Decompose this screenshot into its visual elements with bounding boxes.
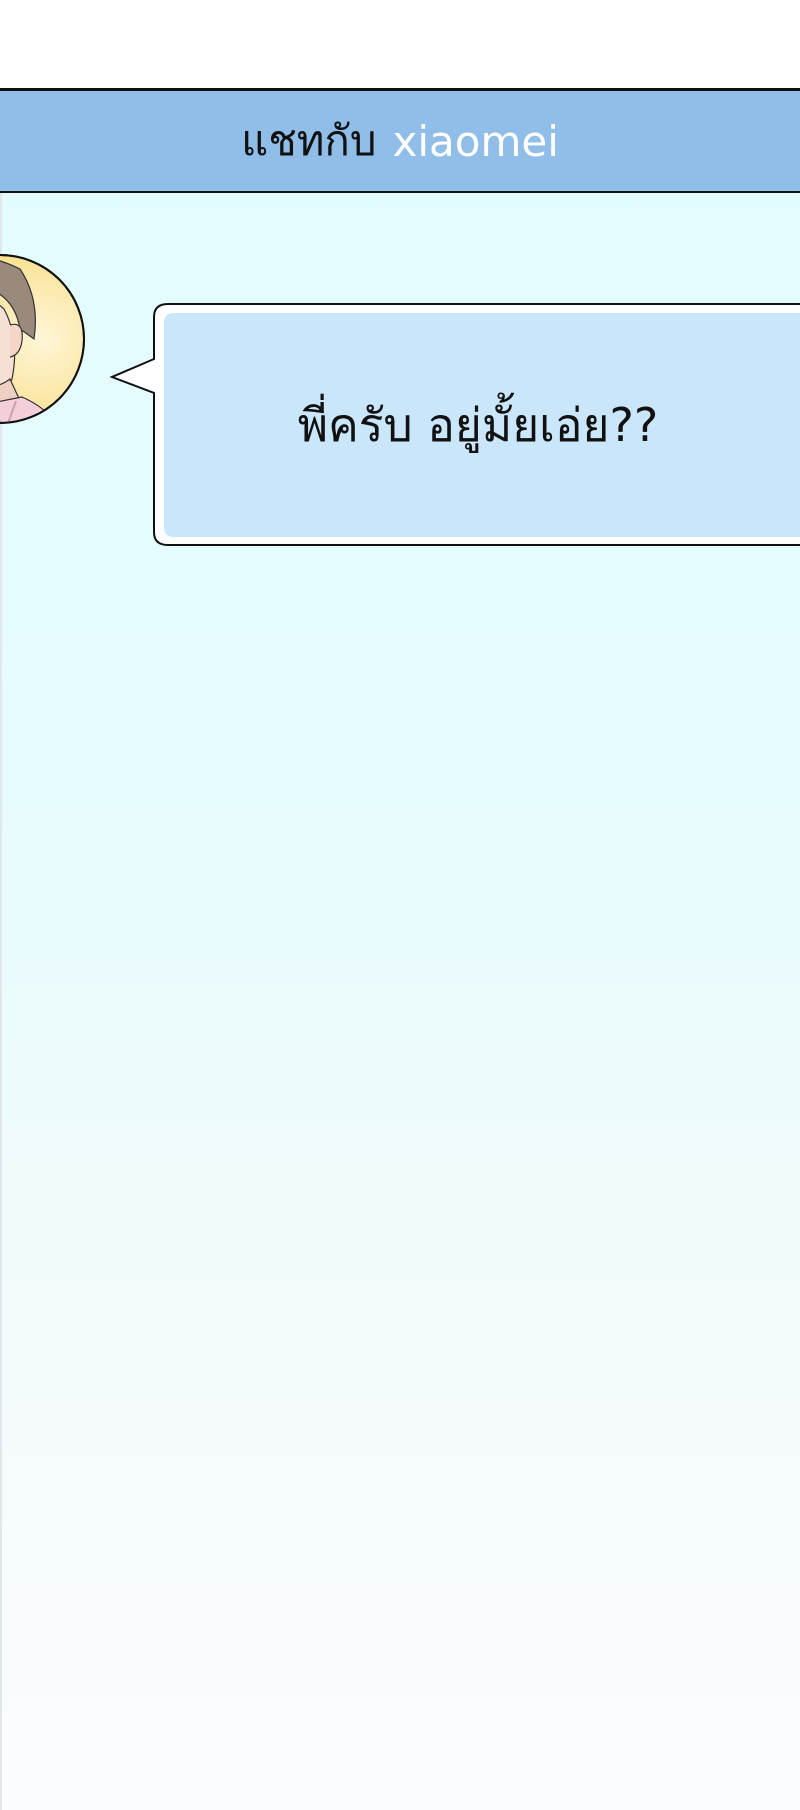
chat-message-area[interactable]: พี่ครับ อยู่มั้ยเอ่ย?? [0, 193, 800, 1810]
avatar-portrait-icon [0, 254, 85, 424]
message-text: พี่ครับ อยู่มั้ยเอ่ย?? [297, 397, 659, 452]
chat-contact-name: xiaomei [392, 116, 559, 166]
chat-page: แชทกับ xiaomei พี่ครับ อยู่มั้ยเอ่ย?? [0, 0, 800, 1810]
chat-window: แชทกับ xiaomei พี่ครับ อยู่มั้ยเอ่ย?? [0, 88, 800, 1810]
contact-avatar[interactable] [0, 229, 86, 455]
message-bubble[interactable]: พี่ครับ อยู่มั้ยเอ่ย?? [108, 303, 800, 547]
chat-header: แชทกับ xiaomei [0, 91, 800, 193]
chat-header-prefix: แชทกับ [241, 116, 377, 165]
